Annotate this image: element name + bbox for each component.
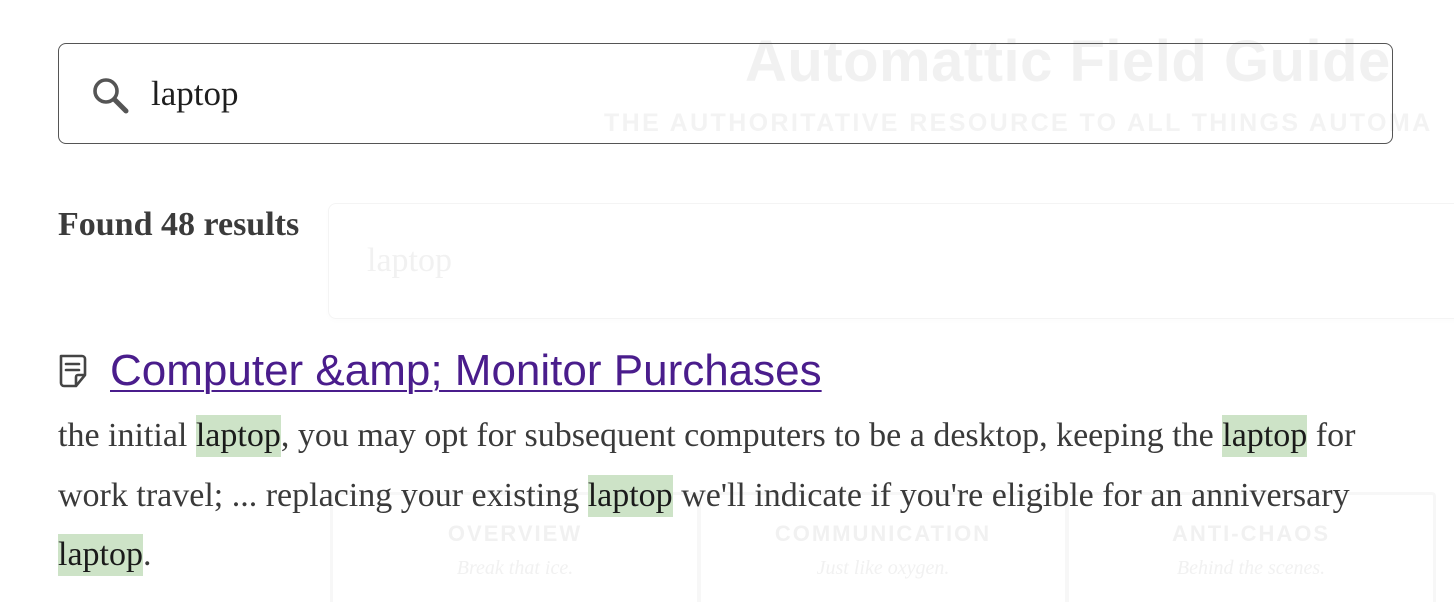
excerpt-text: , you may opt for subsequent computers t… (280, 417, 1223, 454)
highlighted-term: laptop (195, 415, 281, 457)
search-box[interactable] (58, 43, 1393, 144)
results-count: Found 48 results (58, 206, 300, 243)
result-excerpt: the initial laptop, you may opt for subs… (58, 406, 1418, 585)
search-icon (93, 78, 129, 114)
result-header: Computer &amp; Monitor Purchases (58, 340, 1418, 402)
excerpt-text: the initial (58, 417, 196, 454)
highlighted-term: laptop (58, 534, 143, 576)
highlighted-term: laptop (587, 474, 673, 517)
highlighted-term: laptop (1222, 415, 1308, 457)
search-overlay: Found 48 results Computer &amp; Monitor … (0, 0, 1454, 602)
excerpt-text: we'll indicate if you're eligible for an… (672, 476, 1350, 514)
search-input[interactable] (151, 66, 1351, 122)
result-title-link[interactable]: Computer &amp; Monitor Purchases (110, 346, 822, 396)
search-result: Computer &amp; Monitor Purchases the ini… (58, 340, 1418, 585)
excerpt-text: . (142, 536, 152, 573)
document-icon (59, 354, 87, 388)
